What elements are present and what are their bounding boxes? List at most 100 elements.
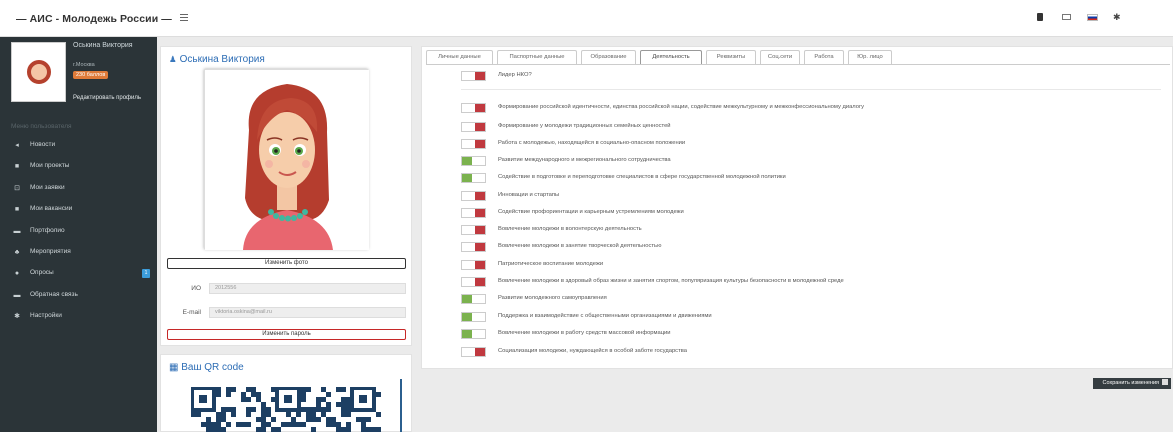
qr-module [221, 412, 226, 417]
activity-toggle[interactable] [461, 242, 486, 252]
qr-module [231, 412, 236, 417]
activity-toggle[interactable] [461, 329, 486, 339]
qr-module [376, 392, 381, 397]
qr-module [301, 397, 306, 402]
qr-module [206, 422, 211, 427]
users-icon: ♣ [14, 249, 20, 256]
qr-module [356, 417, 361, 422]
qr-module [231, 407, 236, 412]
save-changes-label: Сохранить изменения [1102, 380, 1159, 386]
activity-toggle[interactable] [461, 156, 486, 166]
tabs-divider [426, 64, 1170, 65]
tab-1[interactable]: Личные данные [426, 50, 493, 64]
id-field[interactable]: 2012556 [209, 283, 406, 294]
toggle-knob [475, 192, 485, 200]
sidebar-item-7[interactable]: ● Опросы 1 [0, 266, 157, 281]
sidebar-item-1[interactable]: ◂ Новости [0, 138, 157, 153]
app-brand[interactable]: — АИС - Молодежь России — [16, 13, 172, 25]
sidebar-item-8[interactable]: ▬ Обратная связь [0, 288, 157, 303]
qr-module [246, 397, 251, 402]
activity-toggle[interactable] [461, 173, 486, 183]
qr-module [216, 392, 221, 397]
activity-label: Вовлечение молодежи в волонтерскую деяте… [498, 226, 642, 232]
qr-module [336, 402, 341, 407]
qr-module [336, 422, 341, 427]
qr-module [316, 397, 321, 402]
change-photo-button[interactable]: Изменить фото [167, 258, 406, 269]
activity-toggle[interactable] [461, 312, 486, 322]
qr-module [341, 407, 346, 412]
tab-5[interactable]: Реквизиты [706, 50, 756, 64]
activity-label: Содействие профориентации и карьерным ус… [498, 209, 684, 215]
activity-toggle[interactable] [461, 103, 486, 113]
activity-toggle[interactable] [461, 225, 486, 235]
sidebar-item-2[interactable]: ■ Мои проекты [0, 159, 157, 174]
tab-3[interactable]: Образование [581, 50, 636, 64]
qr-icon: ▦ [169, 362, 179, 373]
qr-module [371, 427, 376, 432]
envelope-icon[interactable] [1062, 14, 1071, 20]
toggle-knob [475, 278, 485, 286]
qr-module [346, 427, 351, 432]
hamburger-menu-icon[interactable] [180, 14, 188, 22]
email-field[interactable]: viktoria.oskina@mail.ru [209, 307, 406, 318]
sidebar-item-3[interactable]: ⊡ Мои заявки [0, 181, 157, 196]
qr-card-title: ▦ Ваш QR code [169, 362, 244, 373]
qr-module [341, 402, 346, 407]
activity-toggle[interactable] [461, 260, 486, 270]
activity-label: Социализация молодежи, нуждающейся в осо… [498, 348, 687, 354]
qr-module [311, 417, 316, 422]
book-icon[interactable] [1037, 13, 1043, 21]
tab-2[interactable]: Паспортные данные [497, 50, 577, 64]
qr-module [326, 392, 331, 397]
qr-module [251, 387, 256, 392]
activity-toggle[interactable] [461, 347, 486, 357]
toggle-knob [462, 157, 472, 165]
user-icon: ♟ [169, 54, 177, 64]
qr-module [261, 412, 266, 417]
qr-module [266, 422, 271, 427]
qr-card: ▦ Ваш QR code [160, 354, 412, 432]
toggle-knob [462, 174, 472, 182]
activity-toggle[interactable] [461, 139, 486, 149]
qr-module [341, 397, 346, 402]
qr-module [221, 417, 226, 422]
qr-module [256, 417, 261, 422]
nav-header: Меню пользователя [11, 123, 72, 130]
megaphone-icon: ◂ [15, 142, 19, 149]
activity-toggle[interactable] [461, 277, 486, 287]
sidebar-item-6[interactable]: ♣ Мероприятия [0, 245, 157, 260]
qr-module [316, 407, 321, 412]
sidebar-item-5[interactable]: ▬ Портфолио [0, 224, 157, 239]
sidebar-item-9[interactable]: ✱ Настройки [0, 309, 157, 324]
tab-8[interactable]: Юр. лицо [848, 50, 892, 64]
qr-module [191, 412, 196, 417]
qr-finder-center [284, 395, 292, 403]
activity-toggle[interactable] [461, 191, 486, 201]
qr-module [341, 427, 346, 432]
activity-toggle[interactable] [461, 122, 486, 132]
change-password-button[interactable]: Изменить пароль [167, 329, 406, 340]
tab-4[interactable]: Деятельность [640, 50, 702, 64]
toggle-knob [475, 140, 485, 148]
qr-module [321, 387, 326, 392]
russian-flag-icon[interactable] [1087, 14, 1098, 21]
qr-module [361, 422, 366, 427]
tab-6[interactable]: Соц.сети [760, 50, 800, 64]
gear-icon[interactable]: ✱ [1113, 12, 1122, 22]
activity-toggle[interactable] [461, 294, 486, 304]
activity-toggle[interactable] [461, 71, 486, 81]
qr-module [256, 392, 261, 397]
sidebar-item-4[interactable]: ■ Мои вакансии [0, 202, 157, 217]
edit-profile-link[interactable]: Редактировать профиль [73, 95, 141, 101]
activity-toggle[interactable] [461, 208, 486, 218]
tab-7[interactable]: Работа [804, 50, 844, 64]
qr-module [306, 387, 311, 392]
toggle-knob [475, 348, 485, 356]
save-changes-button[interactable]: Сохранить изменения [1093, 378, 1171, 389]
gear-icon: ✱ [14, 313, 20, 321]
qr-module [361, 417, 366, 422]
sidebar-item-label: Настройки [30, 312, 62, 320]
qr-module [311, 407, 316, 412]
sidebar-item-label: Мои заявки [30, 183, 65, 191]
